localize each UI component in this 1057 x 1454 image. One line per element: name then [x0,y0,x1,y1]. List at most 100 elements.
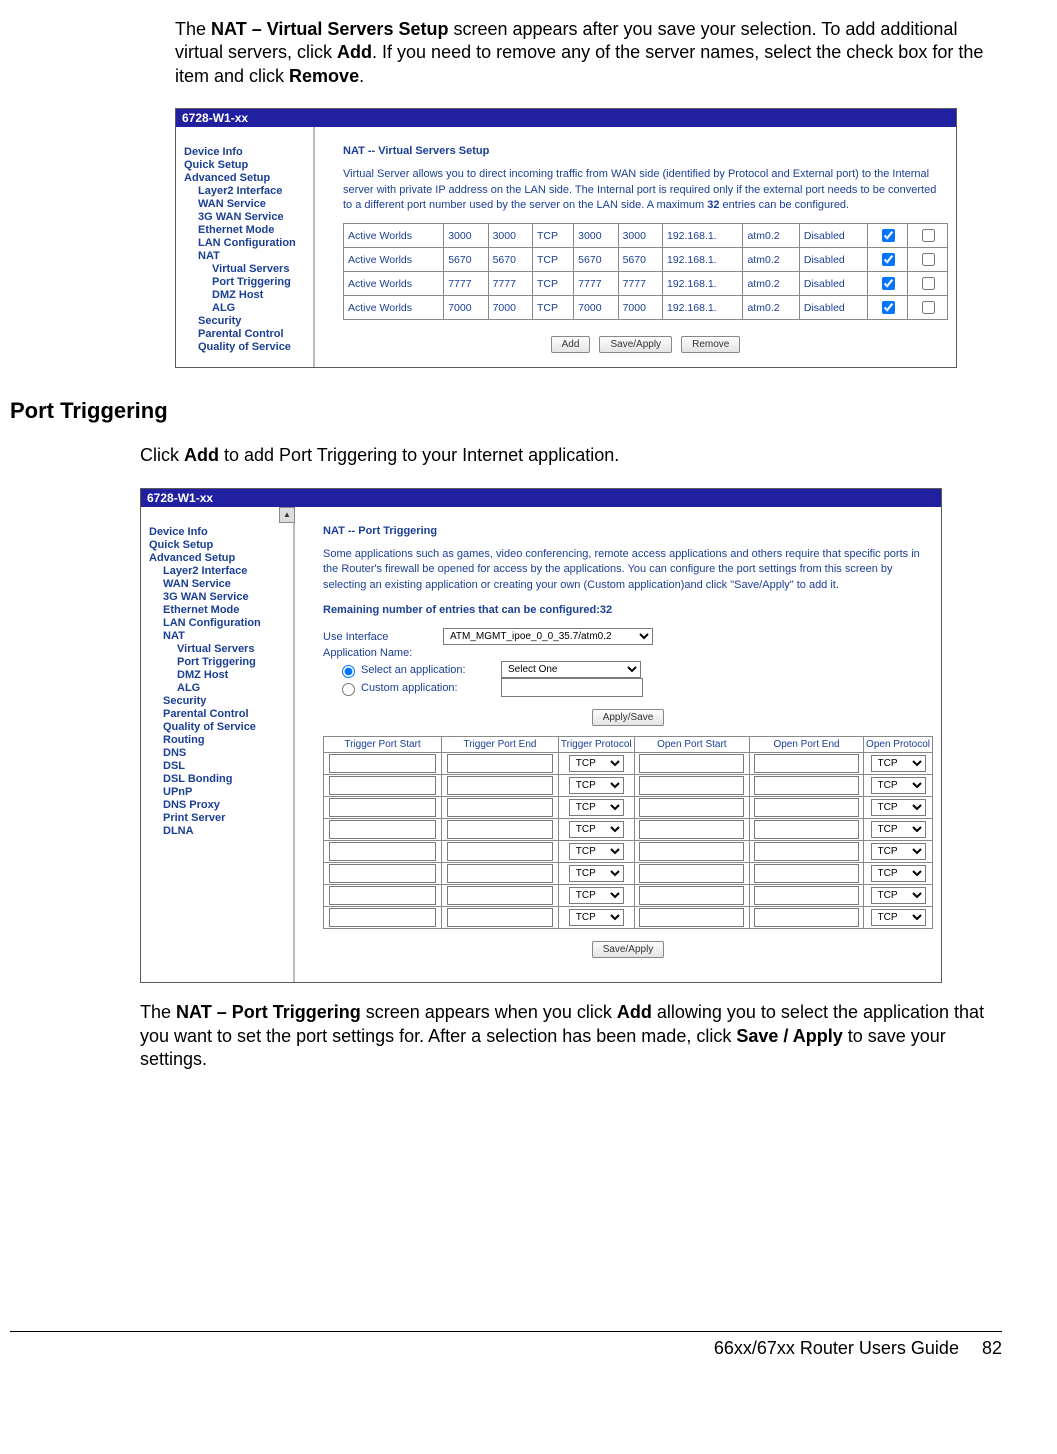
port-input[interactable] [754,908,858,927]
trigger-protocol-select[interactable]: TCP [569,887,624,904]
open-protocol-select[interactable]: TCP [871,887,926,904]
row-checkbox-enabled[interactable] [882,277,895,290]
port-input[interactable] [639,886,744,905]
port-input[interactable] [754,798,858,817]
port-input[interactable] [329,776,437,795]
port-input[interactable] [639,864,744,883]
sidebar-item[interactable]: Port Triggering [177,656,289,668]
save-apply-button[interactable]: Save/Apply [599,336,672,353]
open-protocol-select[interactable]: TCP [871,843,926,860]
port-input[interactable] [754,842,858,861]
port-input[interactable] [447,886,554,905]
port-input[interactable] [754,820,858,839]
row-checkbox-enabled[interactable] [882,301,895,314]
port-input[interactable] [639,820,744,839]
sidebar-item[interactable]: Print Server [163,812,289,824]
row-checkbox-remove[interactable] [922,301,935,314]
open-protocol-select[interactable]: TCP [871,777,926,794]
sidebar-item[interactable]: WAN Service [198,198,309,210]
sidebar-item[interactable]: Quality of Service [163,721,289,733]
port-input[interactable] [447,754,554,773]
open-protocol-select[interactable]: TCP [871,799,926,816]
sidebar-item[interactable]: Security [163,695,289,707]
row-checkbox-remove[interactable] [922,277,935,290]
sidebar-item[interactable]: LAN Configuration [198,237,309,249]
port-input[interactable] [329,820,437,839]
trigger-protocol-select[interactable]: TCP [569,843,624,860]
sidebar-item[interactable]: DNS Proxy [163,799,289,811]
remove-button[interactable]: Remove [681,336,740,353]
sidebar-item[interactable]: Security [198,315,309,327]
port-input[interactable] [754,886,858,905]
row-checkbox-enabled[interactable] [882,229,895,242]
sidebar-item[interactable]: Ethernet Mode [198,224,309,236]
sidebar-item[interactable]: DSL [163,760,289,772]
sidebar-item[interactable]: Quick Setup [149,539,289,551]
sidebar-item[interactable]: Device Info [184,146,309,158]
sidebar-item[interactable]: ALG [212,302,309,314]
row-checkbox-remove[interactable] [922,253,935,266]
trigger-protocol-select[interactable]: TCP [569,777,624,794]
radio-select-application[interactable] [342,665,355,678]
sidebar-item[interactable]: Layer2 Interface [163,565,289,577]
sidebar-item[interactable]: 3G WAN Service [163,591,289,603]
sidebar-item[interactable]: 3G WAN Service [198,211,309,223]
port-input[interactable] [447,908,554,927]
trigger-protocol-select[interactable]: TCP [569,799,624,816]
sidebar-item[interactable]: LAN Configuration [163,617,289,629]
port-input[interactable] [329,754,437,773]
sidebar-item[interactable]: Ethernet Mode [163,604,289,616]
sidebar-item[interactable]: Device Info [149,526,289,538]
sidebar-item[interactable]: Parental Control [163,708,289,720]
port-input[interactable] [447,820,554,839]
radio-custom-application[interactable] [342,683,355,696]
port-input[interactable] [639,798,744,817]
sidebar-item[interactable]: Layer2 Interface [198,185,309,197]
port-input[interactable] [639,908,744,927]
row-checkbox-enabled[interactable] [882,253,895,266]
custom-application-input[interactable] [501,678,643,697]
trigger-protocol-select[interactable]: TCP [569,865,624,882]
sidebar-item[interactable]: DMZ Host [177,669,289,681]
open-protocol-select[interactable]: TCP [871,755,926,772]
port-input[interactable] [329,864,437,883]
trigger-protocol-select[interactable]: TCP [569,909,624,926]
trigger-protocol-select[interactable]: TCP [569,821,624,838]
scroll-up-icon[interactable]: ▲ [279,507,295,523]
sidebar-item[interactable]: Routing [163,734,289,746]
port-input[interactable] [329,842,437,861]
sidebar-item[interactable]: Parental Control [198,328,309,340]
port-input[interactable] [639,842,744,861]
select-application-dropdown[interactable]: Select One [501,661,641,678]
port-input[interactable] [754,776,858,795]
sidebar-item[interactable]: ALG [177,682,289,694]
port-input[interactable] [329,886,437,905]
sidebar-item[interactable]: Port Triggering [212,276,309,288]
sidebar-item[interactable]: Quality of Service [198,341,309,353]
port-input[interactable] [754,754,858,773]
open-protocol-select[interactable]: TCP [871,865,926,882]
sidebar-item[interactable]: UPnP [163,786,289,798]
open-protocol-select[interactable]: TCP [871,821,926,838]
save-apply-button[interactable]: Save/Apply [592,941,665,958]
add-button[interactable]: Add [551,336,591,353]
trigger-protocol-select[interactable]: TCP [569,755,624,772]
apply-save-button[interactable]: Apply/Save [592,709,665,726]
port-input[interactable] [447,842,554,861]
sidebar-item[interactable]: NAT [163,630,289,642]
sidebar-item[interactable]: DNS [163,747,289,759]
port-input[interactable] [639,754,744,773]
port-input[interactable] [447,798,554,817]
open-protocol-select[interactable]: TCP [871,909,926,926]
port-input[interactable] [447,864,554,883]
sidebar-item[interactable]: Quick Setup [184,159,309,171]
sidebar-item[interactable]: DMZ Host [212,289,309,301]
sidebar-item[interactable]: NAT [198,250,309,262]
port-input[interactable] [639,776,744,795]
sidebar-item[interactable]: Virtual Servers [212,263,309,275]
port-input[interactable] [329,798,437,817]
sidebar-item[interactable]: Advanced Setup [149,552,289,564]
sidebar-item[interactable]: DLNA [163,825,289,837]
sidebar-item[interactable]: Advanced Setup [184,172,309,184]
sidebar-item[interactable]: DSL Bonding [163,773,289,785]
